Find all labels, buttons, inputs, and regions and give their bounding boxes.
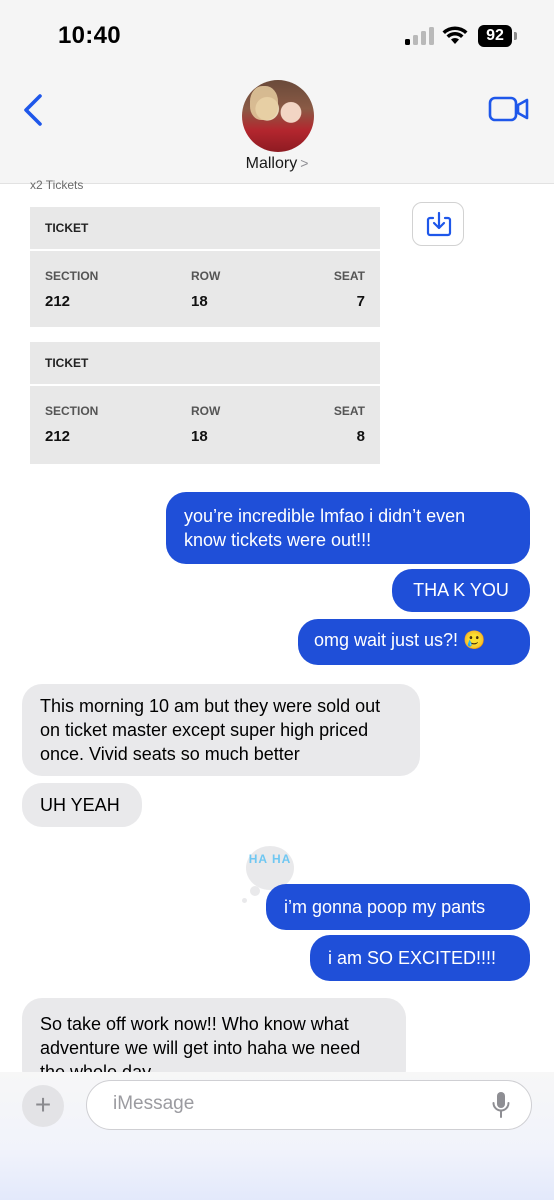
ticket-details: SECTION 212 ROW 18 SEAT 7	[30, 251, 380, 327]
haha-tapback-icon: HA HA	[248, 852, 292, 866]
section-value: 212	[45, 428, 71, 445]
video-camera-icon[interactable]	[488, 94, 530, 124]
contact-name-button[interactable]: Mallory >	[0, 155, 554, 173]
row-label: ROW	[191, 404, 221, 418]
ticket-section: SECTION 212	[45, 404, 98, 445]
ticket-row: ROW 18	[191, 404, 220, 445]
battery-indicator: 92	[478, 25, 512, 47]
message-bubble-sent[interactable]: you’re incredible lmfao i didn’t even kn…	[166, 492, 530, 564]
back-chevron-icon[interactable]	[18, 90, 48, 130]
message-bubble-received[interactable]: UH YEAH	[22, 783, 142, 827]
battery-tip	[514, 32, 517, 40]
ticket-details: SECTION 212 ROW 18 SEAT 8	[30, 386, 380, 464]
message-bubble-received[interactable]: This morning 10 am but they were sold ou…	[22, 684, 420, 776]
message-bubble-sent[interactable]: i’m gonna poop my pants	[266, 884, 530, 930]
contact-avatar[interactable]	[242, 80, 314, 152]
ticket-seat: SEAT 8	[334, 404, 365, 445]
save-ticket-button[interactable]	[412, 202, 464, 246]
conversation-header: Mallory >	[0, 70, 554, 184]
ticket-card: TICKET SECTION 212 ROW 18 SEAT 7	[30, 207, 380, 327]
message-bubble-sent[interactable]: omg wait just us?! 🥲	[298, 619, 530, 665]
ticket-title: TICKET	[30, 207, 380, 251]
seat-label: SEAT	[333, 404, 365, 418]
seat-value: 8	[356, 428, 365, 445]
section-label: SECTION	[45, 269, 99, 283]
ticket-row: ROW 18	[191, 269, 220, 310]
status-time: 10:40	[58, 22, 121, 49]
row-value: 18	[191, 293, 208, 310]
save-download-icon	[426, 211, 452, 237]
seat-label: SEAT	[333, 269, 365, 283]
ticket-card: TICKET SECTION 212 ROW 18 SEAT 8	[30, 342, 380, 464]
row-label: ROW	[191, 269, 221, 283]
tapback-tail	[242, 898, 247, 903]
cellular-signal-icon	[405, 27, 435, 45]
ticket-title: TICKET	[30, 342, 380, 386]
status-bar: 10:40 92	[0, 0, 554, 70]
message-input-placeholder: iMessage	[113, 1093, 195, 1114]
contact-name: Mallory	[245, 155, 298, 172]
message-bubble-sent[interactable]: THA K YOU	[392, 569, 530, 612]
section-label: SECTION	[45, 404, 99, 418]
row-value: 18	[191, 428, 208, 445]
ticket-section: SECTION 212	[45, 269, 98, 310]
plus-icon[interactable]: +	[22, 1085, 64, 1127]
tickets-caption: x2 Tickets	[30, 178, 84, 192]
message-bubble-sent[interactable]: i am SO EXCITED!!!!	[310, 935, 530, 981]
seat-value: 7	[356, 293, 365, 310]
wifi-icon	[442, 26, 468, 44]
ticket-seat: SEAT 7	[334, 269, 365, 310]
microphone-icon[interactable]	[490, 1090, 512, 1120]
chevron-right-icon: >	[300, 155, 309, 171]
tapback-tail	[250, 886, 260, 896]
section-value: 212	[45, 293, 71, 310]
